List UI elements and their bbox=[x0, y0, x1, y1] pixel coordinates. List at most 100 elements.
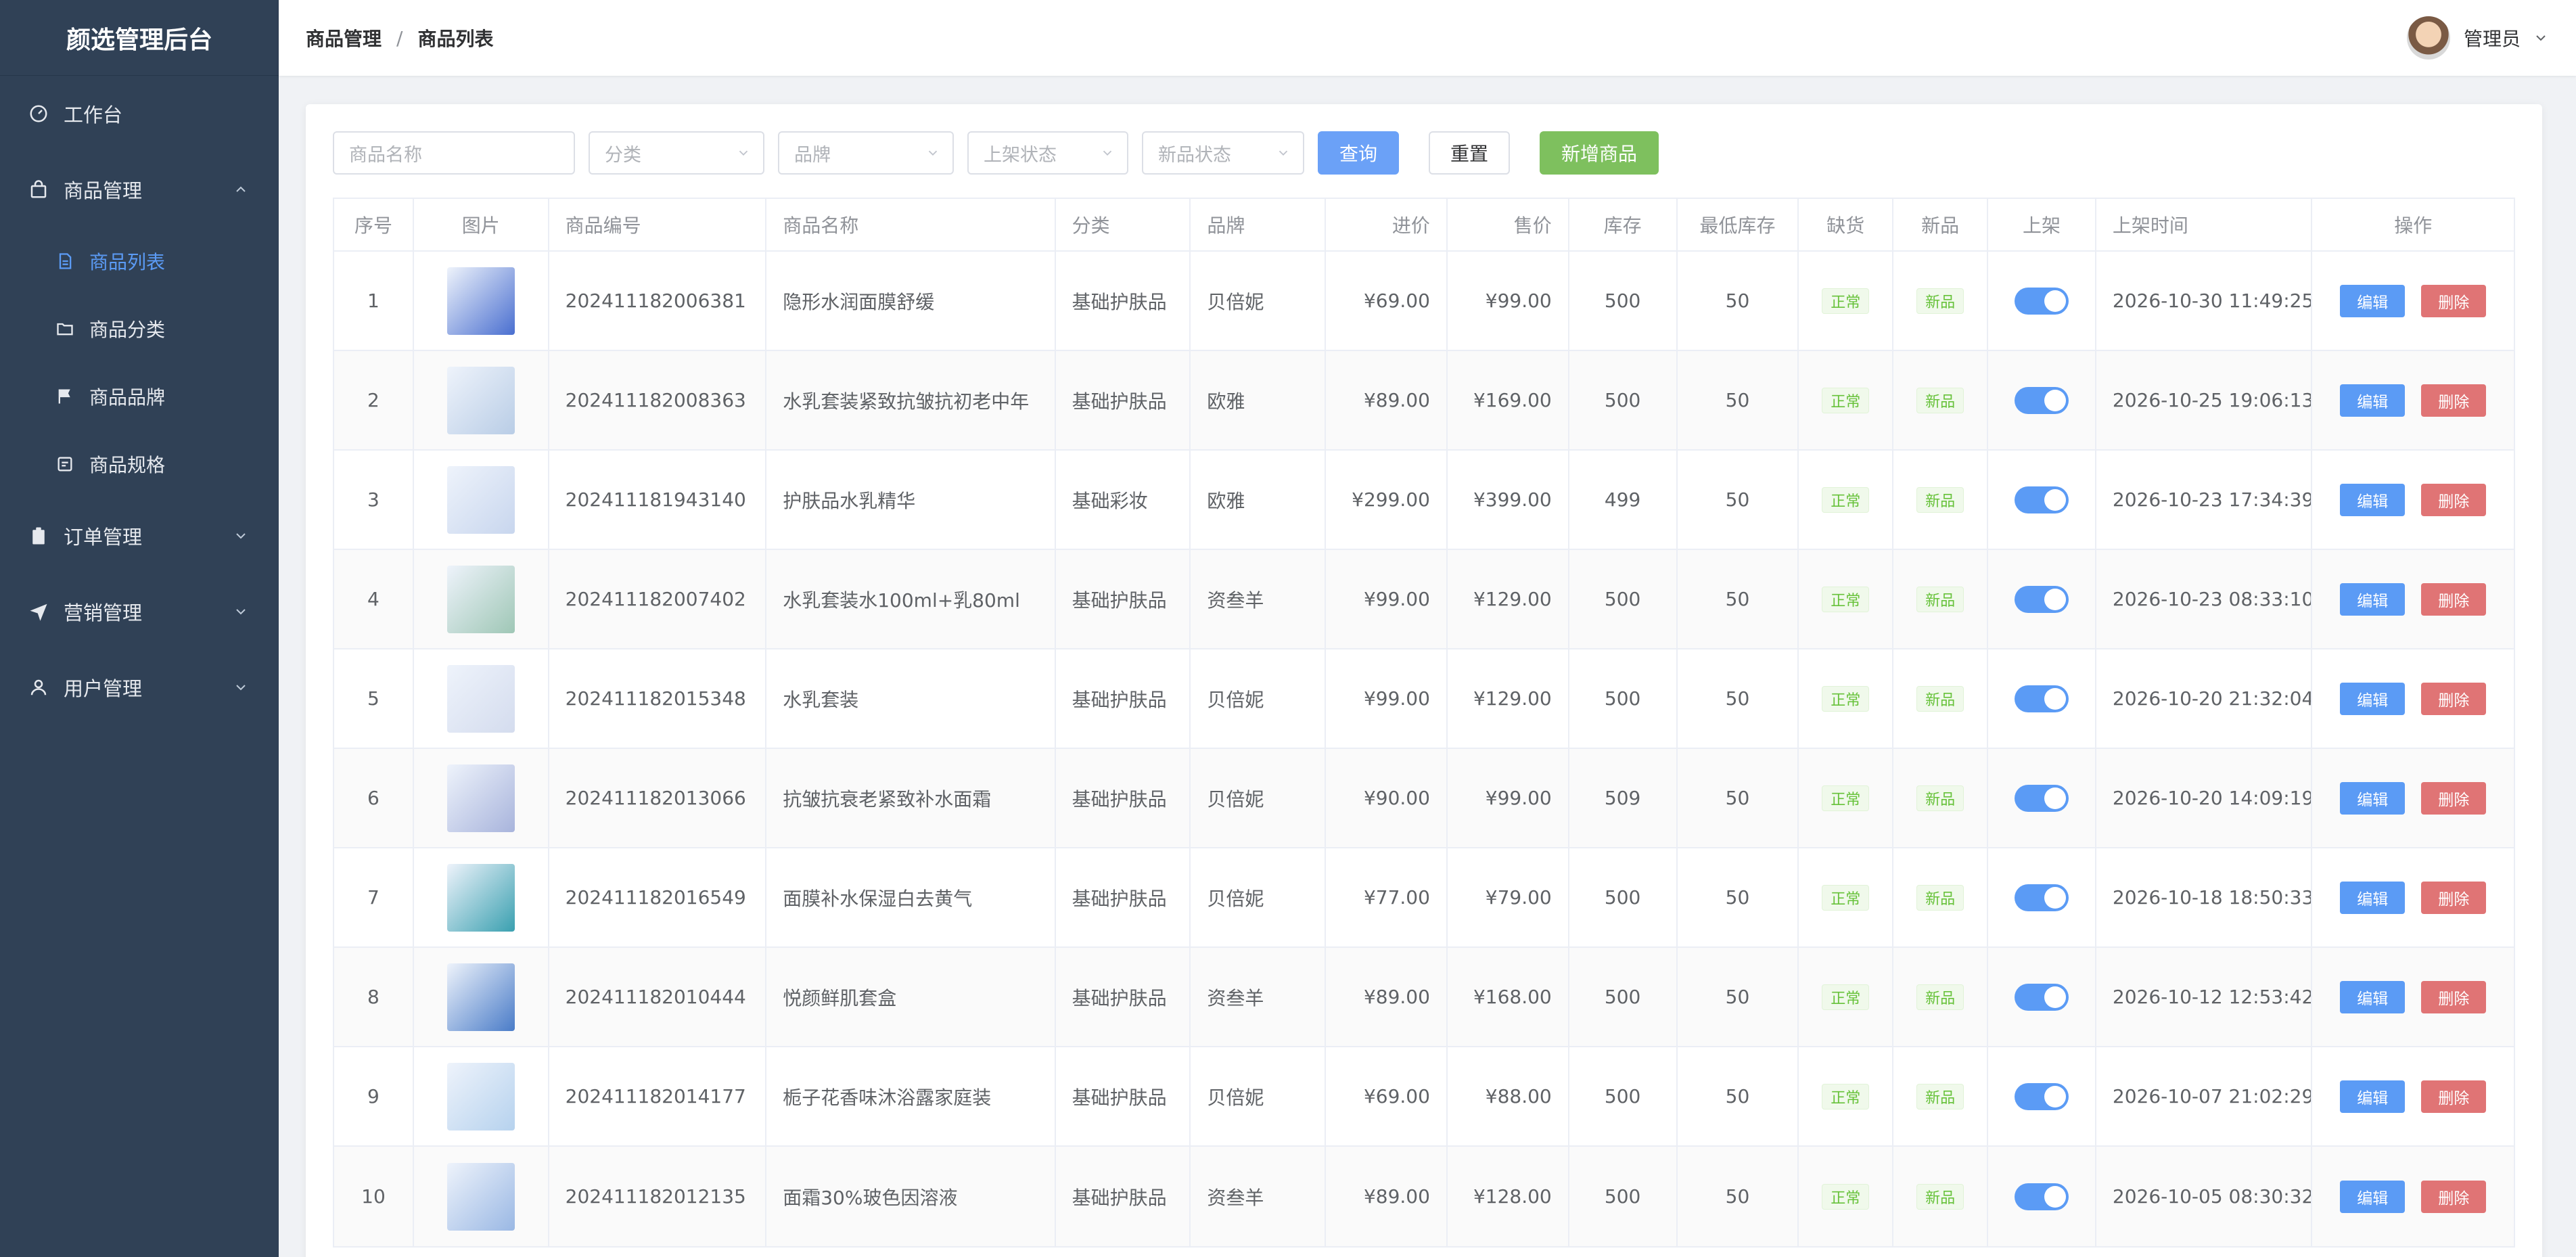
delete-button[interactable]: 删除 bbox=[2421, 881, 2487, 914]
product-thumbnail[interactable] bbox=[446, 366, 515, 434]
delete-button[interactable]: 删除 bbox=[2421, 483, 2487, 516]
cell-category: 基础护肤品 bbox=[1056, 252, 1191, 350]
on-shelf-toggle[interactable] bbox=[2014, 685, 2069, 712]
cell-new: 新品 bbox=[1893, 451, 1989, 549]
delete-button[interactable]: 删除 bbox=[2421, 1180, 2487, 1213]
user-menu[interactable]: 管理员 bbox=[2406, 15, 2549, 61]
on-shelf-toggle[interactable] bbox=[2014, 1183, 2069, 1210]
table-header-row: 序号 图片 商品编号 商品名称 分类 品牌 进价 售价 库存 最低库存 缺货 新… bbox=[334, 199, 2514, 252]
new-tag: 新品 bbox=[1916, 984, 1964, 1010]
cell-shelf-time: 2026-10-20 14:09:19 bbox=[2096, 749, 2313, 847]
edit-button[interactable]: 编辑 bbox=[2340, 1080, 2406, 1113]
column-header-brand: 品牌 bbox=[1191, 199, 1327, 250]
sidebar-subitem-product-brand[interactable]: 商品品牌 bbox=[0, 363, 279, 430]
cell-brand: 贝倍妮 bbox=[1191, 649, 1327, 748]
delete-button[interactable]: 删除 bbox=[2421, 682, 2487, 715]
new-status-select[interactable]: 新品状态 bbox=[1142, 131, 1304, 175]
sidebar-item-products[interactable]: 商品管理 bbox=[0, 152, 279, 227]
edit-button[interactable]: 编辑 bbox=[2340, 582, 2406, 616]
sidebar: 颜选管理后台 工作台 商品管理 商品列表 商品分类 商品品牌 商品规格 订单管理… bbox=[0, 0, 279, 1257]
sidebar-subitem-product-list[interactable]: 商品列表 bbox=[0, 227, 279, 295]
add-product-button[interactable]: 新增商品 bbox=[1540, 131, 1659, 175]
cell-min-stock: 50 bbox=[1678, 451, 1799, 549]
shortage-tag: 正常 bbox=[1822, 685, 1870, 712]
query-button[interactable]: 查询 bbox=[1318, 131, 1399, 175]
delete-button[interactable]: 删除 bbox=[2421, 284, 2487, 317]
cell-price: ¥128.00 bbox=[1448, 1147, 1569, 1246]
shortage-tag: 正常 bbox=[1822, 288, 1870, 314]
delete-button[interactable]: 删除 bbox=[2421, 781, 2487, 815]
cell-name: 栀子花香味沐浴露家庭装 bbox=[766, 1047, 1056, 1145]
cell-on-shelf bbox=[1988, 351, 2096, 449]
cell-cost: ¥99.00 bbox=[1326, 649, 1448, 748]
cell-seq: 5 bbox=[334, 649, 414, 748]
cell-stock: 500 bbox=[1569, 351, 1678, 449]
chevron-down-icon[interactable] bbox=[2533, 30, 2549, 46]
cell-on-shelf bbox=[1988, 649, 2096, 748]
sidebar-item-dashboard[interactable]: 工作台 bbox=[0, 76, 279, 152]
reset-button[interactable]: 重置 bbox=[1429, 131, 1510, 175]
delete-button[interactable]: 删除 bbox=[2421, 1080, 2487, 1113]
sidebar-item-orders[interactable]: 订单管理 bbox=[0, 498, 279, 574]
delete-button[interactable]: 删除 bbox=[2421, 582, 2487, 616]
cell-brand: 欧雅 bbox=[1191, 451, 1327, 549]
edit-button[interactable]: 编辑 bbox=[2340, 384, 2406, 417]
delete-button[interactable]: 删除 bbox=[2421, 384, 2487, 417]
cell-shelf-time: 2026-10-05 08:30:32 bbox=[2096, 1147, 2313, 1246]
brand-select[interactable]: 品牌 bbox=[778, 131, 954, 175]
product-thumbnail[interactable] bbox=[446, 565, 515, 633]
on-shelf-toggle[interactable] bbox=[2014, 784, 2069, 812]
shelf-status-select[interactable]: 上架状态 bbox=[967, 131, 1128, 175]
product-thumbnail[interactable] bbox=[446, 465, 515, 534]
cell-stock: 509 bbox=[1569, 749, 1678, 847]
breadcrumb-item-products[interactable]: 商品管理 bbox=[306, 24, 382, 51]
breadcrumb-item-product-list: 商品列表 bbox=[417, 28, 494, 50]
cell-min-stock: 50 bbox=[1678, 351, 1799, 449]
sidebar-subitem-label: 商品规格 bbox=[89, 454, 166, 476]
sidebar-subitem-product-category[interactable]: 商品分类 bbox=[0, 295, 279, 363]
cell-price: ¥168.00 bbox=[1448, 948, 1569, 1046]
sidebar-item-users[interactable]: 用户管理 bbox=[0, 649, 279, 725]
cell-shortage: 正常 bbox=[1799, 252, 1894, 350]
product-thumbnail[interactable] bbox=[446, 267, 515, 335]
avatar[interactable] bbox=[2406, 16, 2450, 60]
cell-category: 基础护肤品 bbox=[1056, 1047, 1191, 1145]
cell-shortage: 正常 bbox=[1799, 1147, 1894, 1246]
edit-button[interactable]: 编辑 bbox=[2340, 1180, 2406, 1213]
product-thumbnail[interactable] bbox=[446, 1162, 515, 1231]
cell-category: 基础护肤品 bbox=[1056, 649, 1191, 748]
product-thumbnail[interactable] bbox=[446, 963, 515, 1031]
on-shelf-toggle[interactable] bbox=[2014, 585, 2069, 613]
product-thumbnail[interactable] bbox=[446, 664, 515, 733]
delete-button[interactable]: 删除 bbox=[2421, 980, 2487, 1013]
sidebar-item-label: 用户管理 bbox=[64, 677, 143, 700]
cell-code: 202411182008363 bbox=[549, 351, 767, 449]
edit-button[interactable]: 编辑 bbox=[2340, 284, 2406, 317]
sidebar-item-marketing[interactable]: 营销管理 bbox=[0, 574, 279, 649]
on-shelf-toggle[interactable] bbox=[2014, 486, 2069, 513]
category-select[interactable]: 分类 bbox=[589, 131, 764, 175]
table-row: 9 202411182014177 栀子花香味沐浴露家庭装 基础护肤品 贝倍妮 ¥69.0… bbox=[334, 1047, 2514, 1147]
product-thumbnail[interactable] bbox=[446, 863, 515, 932]
cell-brand: 贝倍妮 bbox=[1191, 749, 1327, 847]
edit-button[interactable]: 编辑 bbox=[2340, 483, 2406, 516]
product-thumbnail[interactable] bbox=[446, 764, 515, 832]
product-name-input[interactable]: 商品名称 bbox=[333, 131, 575, 175]
cell-min-stock: 50 bbox=[1678, 550, 1799, 648]
on-shelf-toggle[interactable] bbox=[2014, 1082, 2069, 1110]
column-header-shelf-time: 上架时间 bbox=[2096, 199, 2313, 250]
product-thumbnail[interactable] bbox=[446, 1062, 515, 1130]
on-shelf-toggle[interactable] bbox=[2014, 287, 2069, 315]
sidebar-subitem-product-spec[interactable]: 商品规格 bbox=[0, 430, 279, 498]
cell-new: 新品 bbox=[1893, 848, 1989, 946]
user-name[interactable]: 管理员 bbox=[2464, 24, 2521, 51]
on-shelf-toggle[interactable] bbox=[2014, 884, 2069, 911]
on-shelf-toggle[interactable] bbox=[2014, 983, 2069, 1011]
clipboard-icon bbox=[27, 524, 50, 547]
edit-button[interactable]: 编辑 bbox=[2340, 682, 2406, 715]
cell-name: 水乳套装紧致抗皱抗初老中年 bbox=[766, 351, 1056, 449]
on-shelf-toggle[interactable] bbox=[2014, 386, 2069, 414]
edit-button[interactable]: 编辑 bbox=[2340, 980, 2406, 1013]
edit-button[interactable]: 编辑 bbox=[2340, 881, 2406, 914]
edit-button[interactable]: 编辑 bbox=[2340, 781, 2406, 815]
